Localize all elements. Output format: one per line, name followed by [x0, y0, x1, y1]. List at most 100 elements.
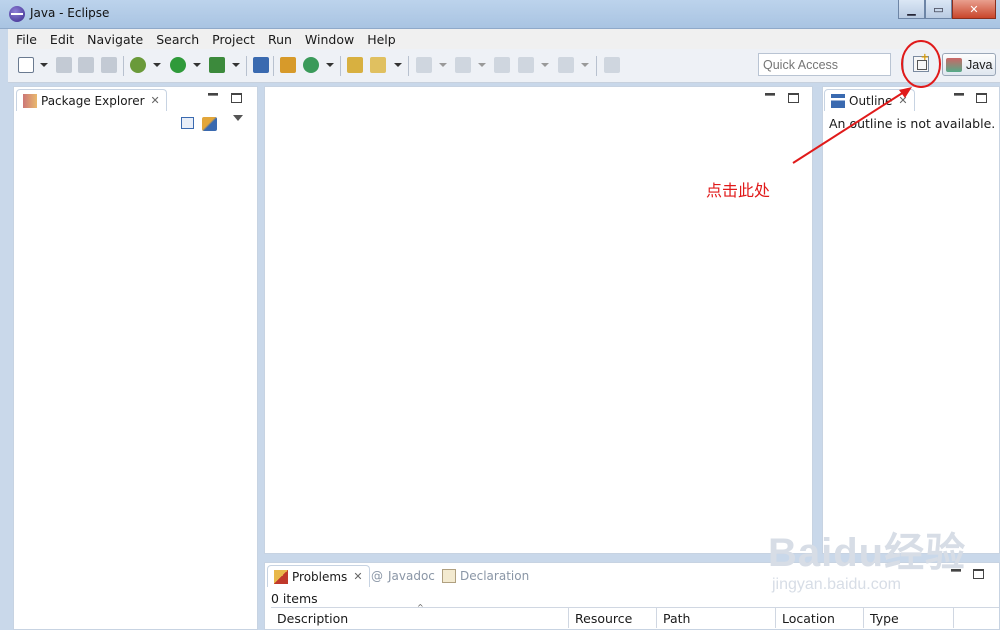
menu-edit[interactable]: Edit: [42, 32, 79, 47]
title-bar: Java - Eclipse ▁ ▭ ✕: [0, 0, 1000, 29]
minimize-view-icon[interactable]: [208, 93, 218, 96]
tab-outline-label: Outline: [849, 93, 893, 108]
minimize-editor-icon[interactable]: [765, 93, 775, 96]
back-icon[interactable]: [518, 57, 534, 73]
menu-help[interactable]: Help: [359, 32, 401, 47]
new-java-package-icon[interactable]: [280, 57, 296, 73]
watermark-url: jingyan.baidu.com: [772, 576, 901, 593]
outline-tabbar: Outline ✕: [823, 87, 999, 111]
last-edit-icon[interactable]: [494, 57, 510, 73]
external-tools-dropdown-arrow[interactable]: [232, 63, 240, 67]
tab-outline[interactable]: Outline ✕: [824, 89, 915, 111]
main-toolbar: Java: [8, 49, 1000, 83]
annotation-text: 点击此处: [706, 181, 771, 200]
outline-icon: [831, 93, 845, 108]
next-annotation-icon[interactable]: [416, 57, 432, 73]
external-tools-icon[interactable]: [209, 57, 225, 73]
debug-icon[interactable]: [130, 57, 146, 73]
package-explorer-icon: [23, 93, 37, 108]
collapse-all-icon[interactable]: [181, 117, 194, 129]
back-dropdown-arrow[interactable]: [541, 63, 549, 67]
quick-access-input[interactable]: [758, 53, 891, 76]
menu-run[interactable]: Run: [260, 32, 297, 47]
next-annotation-dropdown-arrow[interactable]: [439, 63, 447, 67]
window-title: Java - Eclipse: [30, 6, 110, 20]
toolbar-separator: [408, 56, 409, 76]
new-dropdown-arrow[interactable]: [40, 63, 48, 67]
sort-arrow-icon: ^: [417, 603, 424, 612]
problems-table-header: Description ^ Resource Path Location Typ…: [271, 603, 999, 628]
search-dropdown-arrow[interactable]: [394, 63, 402, 67]
new-icon[interactable]: [18, 57, 34, 73]
package-explorer-panel: Package Explorer ✕: [13, 86, 258, 630]
menu-project[interactable]: Project: [204, 32, 260, 47]
close-icon[interactable]: ✕: [151, 94, 160, 107]
maximize-view-icon[interactable]: [973, 569, 984, 579]
javadoc-icon: @: [371, 569, 383, 583]
editor-area[interactable]: [264, 86, 813, 554]
java-perspective-label: Java: [966, 57, 993, 72]
problems-icon: [274, 569, 288, 584]
save-all-icon[interactable]: [78, 57, 94, 73]
maximize-view-icon[interactable]: [231, 93, 242, 103]
tab-problems[interactable]: Problems ✕: [267, 565, 370, 587]
toolbar-separator: [596, 56, 597, 76]
toolbar-separator: [123, 56, 124, 76]
column-type-label: Type: [870, 611, 899, 626]
toolbar-separator: [273, 56, 274, 76]
tab-declaration-label: Declaration: [460, 569, 530, 583]
search-icon[interactable]: [370, 57, 386, 73]
java-perspective-icon: [946, 57, 962, 72]
java-perspective-button[interactable]: Java: [942, 53, 996, 76]
tab-declaration[interactable]: Declaration: [436, 565, 535, 587]
close-icon[interactable]: ✕: [353, 570, 362, 583]
tab-problems-label: Problems: [292, 569, 348, 584]
column-description[interactable]: Description ^: [271, 603, 569, 628]
run-icon[interactable]: [170, 57, 186, 73]
maximize-editor-icon[interactable]: [788, 93, 799, 103]
column-path-label: Path: [663, 611, 691, 626]
tab-package-explorer[interactable]: Package Explorer ✕: [16, 89, 167, 111]
prev-annotation-dropdown-arrow[interactable]: [478, 63, 486, 67]
link-with-editor-icon[interactable]: [202, 117, 217, 131]
menu-search[interactable]: Search: [148, 32, 204, 47]
view-menu-icon[interactable]: [233, 115, 243, 121]
tab-javadoc[interactable]: @ Javadoc: [365, 565, 441, 587]
close-icon[interactable]: ✕: [898, 94, 907, 107]
skip-breakpoints-icon[interactable]: [253, 57, 269, 73]
outline-message: An outline is not available.: [829, 116, 996, 131]
save-icon[interactable]: [56, 57, 72, 73]
column-location-label: Location: [782, 611, 835, 626]
menu-navigate[interactable]: Navigate: [79, 32, 148, 47]
new-class-dropdown-arrow[interactable]: [326, 63, 334, 67]
toolbar-separator: [903, 56, 904, 76]
open-perspective-icon[interactable]: [913, 52, 929, 72]
maximize-view-icon[interactable]: [976, 93, 987, 103]
debug-dropdown-arrow[interactable]: [153, 63, 161, 67]
open-type-icon[interactable]: [347, 57, 363, 73]
prev-annotation-icon[interactable]: [455, 57, 471, 73]
menu-file[interactable]: File: [8, 32, 42, 47]
maximize-button[interactable]: ▭: [925, 0, 952, 19]
declaration-icon: [442, 569, 456, 583]
package-explorer-tabbar: Package Explorer ✕: [14, 87, 257, 111]
menu-window[interactable]: Window: [297, 32, 359, 47]
tab-package-explorer-label: Package Explorer: [41, 93, 145, 108]
baidu-watermark: Baidu经验 jingyan.baidu.com: [768, 520, 966, 594]
new-java-class-icon[interactable]: [303, 57, 319, 73]
column-resource[interactable]: Resource: [569, 608, 657, 628]
column-description-label: Description: [277, 611, 349, 626]
close-button[interactable]: ✕: [952, 0, 996, 19]
print-icon[interactable]: [101, 57, 117, 73]
minimize-button[interactable]: ▁: [898, 0, 925, 19]
column-type[interactable]: Type: [864, 608, 954, 628]
eclipse-icon: [9, 6, 25, 22]
outline-panel: Outline ✕ An outline is not available.: [822, 86, 1000, 554]
run-dropdown-arrow[interactable]: [193, 63, 201, 67]
pin-icon[interactable]: [604, 57, 620, 73]
forward-dropdown-arrow[interactable]: [581, 63, 589, 67]
column-location[interactable]: Location: [776, 608, 864, 628]
forward-icon[interactable]: [558, 57, 574, 73]
column-path[interactable]: Path: [657, 608, 776, 628]
minimize-view-icon[interactable]: [954, 93, 964, 96]
